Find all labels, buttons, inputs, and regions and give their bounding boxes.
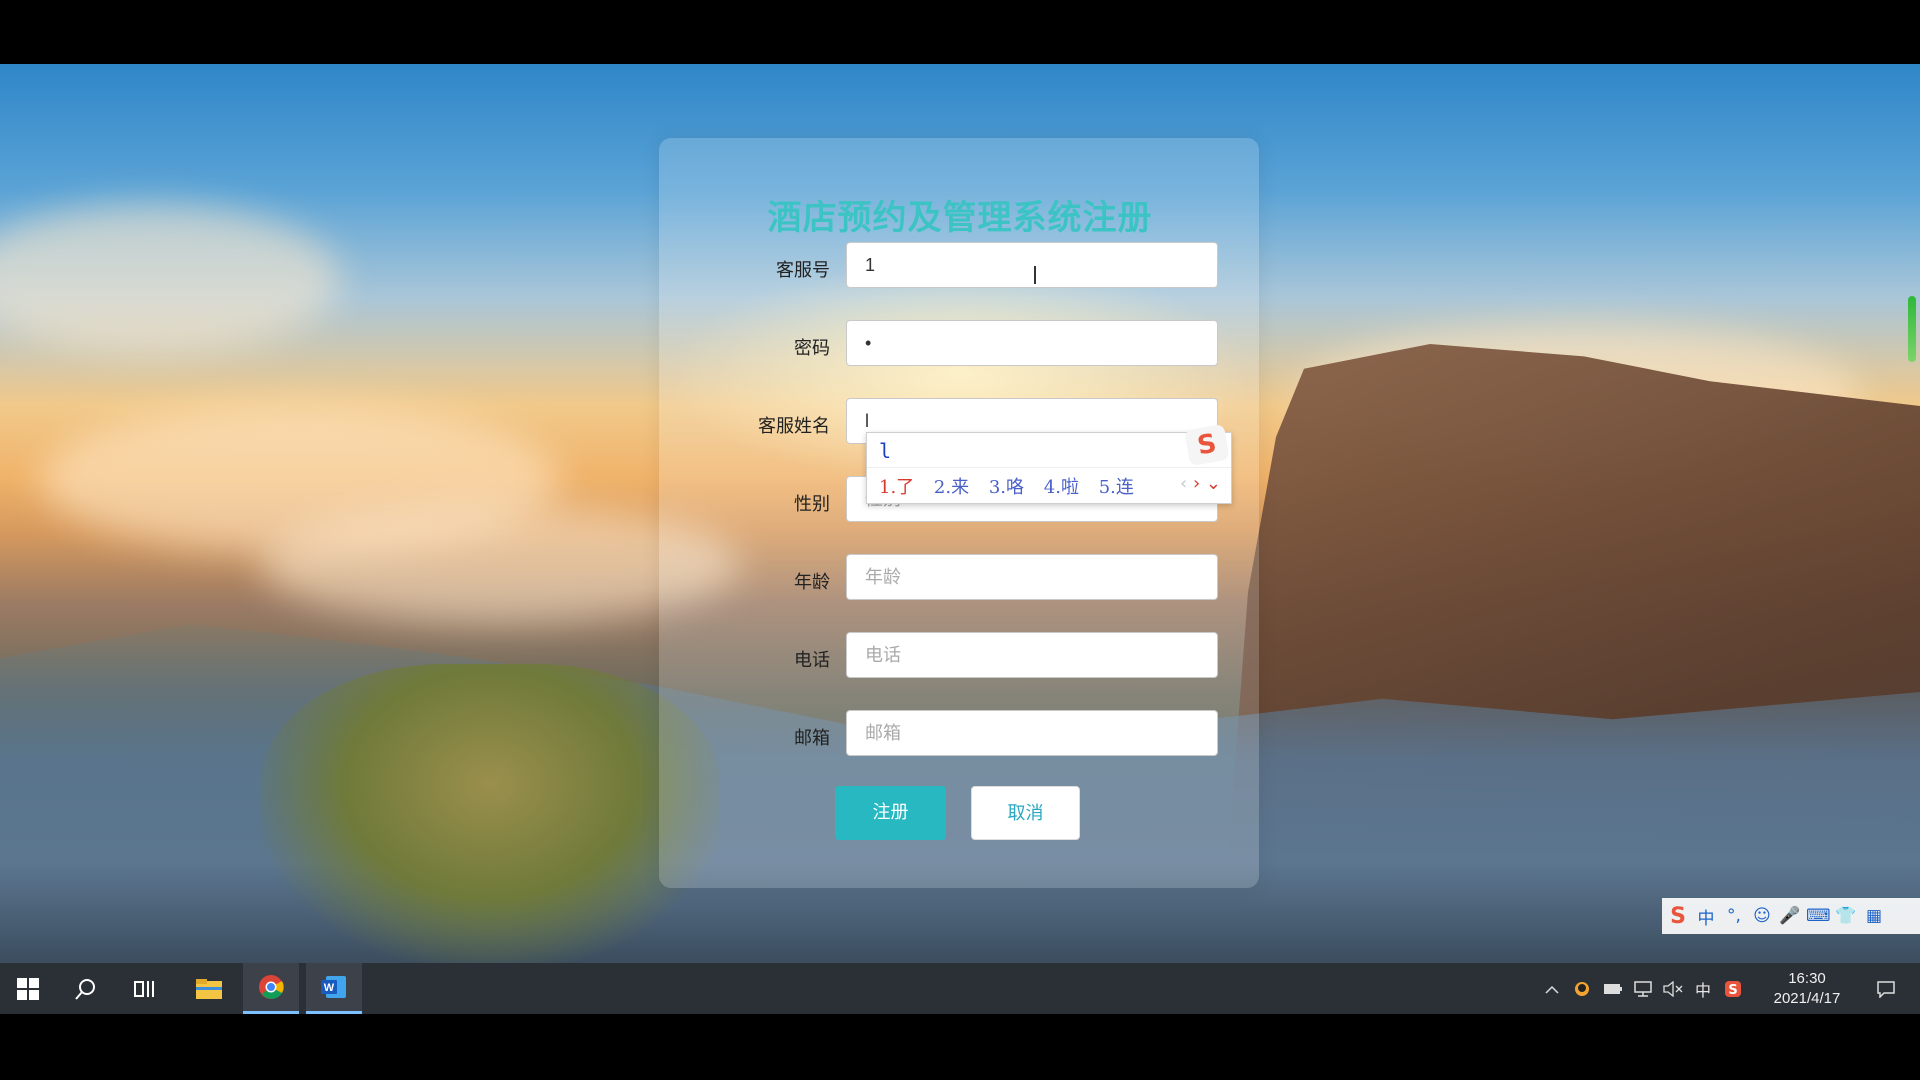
volume-muted-icon[interactable] bbox=[1660, 963, 1686, 1014]
email-input[interactable]: 邮箱 bbox=[846, 710, 1218, 756]
input-language-indicator[interactable]: 中 bbox=[1690, 963, 1716, 1014]
qq-tray-icon[interactable] bbox=[1570, 963, 1594, 1014]
staff-id-value: 1 bbox=[865, 255, 876, 275]
password-input[interactable]: • bbox=[846, 320, 1218, 366]
ime-nav: ‹ › ⌄ bbox=[1180, 473, 1221, 494]
svg-text:S: S bbox=[1728, 983, 1737, 998]
label-age: 年龄 bbox=[794, 572, 830, 593]
ime-next-icon[interactable]: › bbox=[1193, 473, 1200, 494]
task-view-icon[interactable] bbox=[118, 963, 174, 1014]
notification-center-icon[interactable] bbox=[1866, 963, 1906, 1014]
grass bbox=[260, 664, 720, 963]
age-input[interactable]: 年龄 bbox=[846, 554, 1218, 600]
ime-punctuation-icon[interactable]: °, bbox=[1722, 906, 1746, 926]
ime-candidate[interactable]: 2.来 bbox=[934, 477, 969, 498]
ime-language-icon[interactable]: 中 bbox=[1694, 904, 1718, 929]
sogou-tray-icon[interactable]: S bbox=[1720, 963, 1746, 1014]
ime-composition: l bbox=[879, 439, 892, 463]
password-value: • bbox=[865, 333, 872, 353]
taskbar: W 中 S 16:30 2021/4/17 bbox=[0, 963, 1920, 1014]
phone-input[interactable]: 电话 bbox=[846, 632, 1218, 678]
chrome-icon[interactable] bbox=[243, 963, 299, 1014]
sogou-logo-icon[interactable]: S bbox=[1666, 904, 1690, 929]
ime-candidate[interactable]: 1.了 bbox=[879, 477, 914, 498]
ime-keyboard-icon[interactable]: ⌨ bbox=[1806, 906, 1831, 926]
ime-menu-icon[interactable]: ▦ bbox=[1862, 906, 1886, 926]
label-staff-id: 客服号 bbox=[776, 260, 830, 281]
ime-candidate[interactable]: 5.连 bbox=[1099, 477, 1134, 498]
register-button[interactable]: 注册 bbox=[835, 786, 946, 840]
label-staff-name: 客服姓名 bbox=[758, 416, 830, 437]
ime-prev-icon[interactable]: ‹ bbox=[1180, 473, 1187, 494]
top-letterbox bbox=[0, 0, 1920, 64]
ime-candidates: 1.了 2.来 3.咯 4.啦 5.连 bbox=[879, 473, 1148, 499]
ime-candidate[interactable]: 3.咯 bbox=[989, 477, 1024, 498]
sogou-logo-icon: S bbox=[1184, 423, 1230, 467]
word-icon[interactable]: W bbox=[306, 963, 362, 1014]
ime-emoji-icon[interactable]: ☺ bbox=[1750, 906, 1774, 926]
scroll-indicator bbox=[1908, 296, 1916, 362]
ime-expand-icon[interactable]: ⌄ bbox=[1206, 473, 1221, 494]
ime-candidate[interactable]: 4.啦 bbox=[1044, 477, 1079, 498]
network-icon[interactable] bbox=[1630, 963, 1656, 1014]
clock[interactable]: 16:30 2021/4/17 bbox=[1752, 969, 1862, 1009]
text-cursor-icon bbox=[1034, 266, 1036, 284]
label-gender: 性别 bbox=[794, 494, 830, 515]
staff-name-value: l bbox=[865, 411, 869, 431]
page-title: 酒店预约及管理系统注册 bbox=[767, 198, 1153, 238]
svg-text:W: W bbox=[324, 982, 335, 994]
age-placeholder: 年龄 bbox=[865, 567, 901, 587]
file-explorer-icon[interactable] bbox=[181, 963, 237, 1014]
search-icon[interactable] bbox=[58, 963, 114, 1014]
clock-date: 2021/4/17 bbox=[1773, 990, 1841, 1007]
windows-start-icon[interactable] bbox=[0, 963, 56, 1014]
ime-candidate-popup: l S 1.了 2.来 3.咯 4.啦 5.连 ‹ › ⌄ bbox=[866, 423, 1232, 504]
email-placeholder: 邮箱 bbox=[865, 723, 901, 743]
staff-id-input[interactable]: 1 bbox=[846, 242, 1218, 288]
phone-placeholder: 电话 bbox=[865, 645, 901, 665]
tray-expand-icon[interactable] bbox=[1540, 963, 1564, 1014]
ime-toolbar: S 中 °, ☺ 🎤 ⌨ 👕 ▦ bbox=[1662, 898, 1920, 934]
ime-skin-icon[interactable]: 👕 bbox=[1834, 906, 1858, 926]
clock-time: 16:30 bbox=[1788, 970, 1826, 987]
battery-icon[interactable] bbox=[1600, 963, 1626, 1014]
bottom-letterbox bbox=[0, 1014, 1920, 1080]
label-password: 密码 bbox=[794, 338, 830, 359]
label-phone: 电话 bbox=[794, 650, 830, 671]
label-email: 邮箱 bbox=[794, 728, 830, 749]
cancel-button[interactable]: 取消 bbox=[971, 786, 1080, 840]
ime-voice-icon[interactable]: 🎤 bbox=[1778, 906, 1802, 926]
ime-divider bbox=[867, 467, 1231, 468]
